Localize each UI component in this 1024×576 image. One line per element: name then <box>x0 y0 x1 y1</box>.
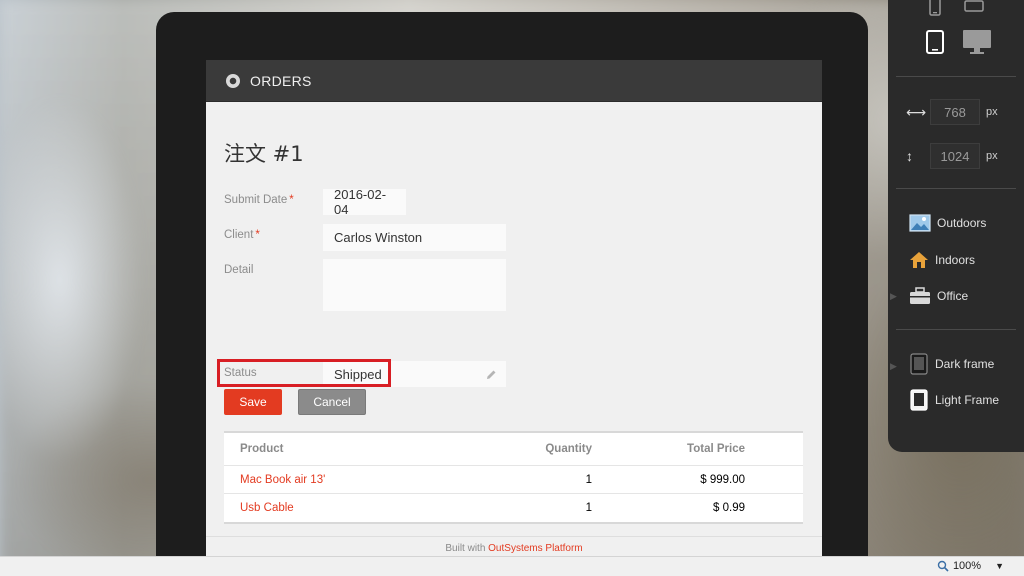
width-input[interactable]: 768 <box>930 99 980 125</box>
height-input[interactable]: 1024 <box>930 143 980 169</box>
browser-status-bar: 100% ▼ <box>0 556 1024 576</box>
table-row: Mac Book air 13' 1 $ 999.00 <box>224 466 803 494</box>
table-row: Usb Cable 1 $ 0.99 <box>224 494 803 522</box>
horizontal-arrows-icon: ⟷ <box>906 103 927 120</box>
dark-frame-option[interactable]: Dark frame <box>909 353 994 375</box>
vertical-arrows-icon: ↕ <box>906 148 913 164</box>
status-highlight-box <box>217 359 391 387</box>
submit-date-label: Submit Date * <box>224 194 294 206</box>
quantity-cell: 1 <box>585 502 592 514</box>
briefcase-icon <box>910 287 930 304</box>
submit-date-field[interactable]: 2016-02-04 <box>323 187 406 217</box>
save-button[interactable]: Save <box>224 389 282 415</box>
zoom-magnifier-icon <box>937 560 949 572</box>
desktop-monitor-icon[interactable] <box>962 29 992 55</box>
product-link[interactable]: Usb Cable <box>224 502 484 514</box>
light-tablet-icon <box>910 389 928 411</box>
phone-landscape-icon[interactable] <box>964 0 984 12</box>
zoom-dropdown-icon[interactable]: ▼ <box>995 561 1004 571</box>
selected-caret-icon: ▶ <box>890 361 897 371</box>
quantity-cell: 1 <box>585 473 592 486</box>
footer: Built with OutSystems Platform <box>206 536 822 556</box>
client-field[interactable]: Carlos Winston <box>323 224 506 251</box>
panel-divider <box>896 329 1016 330</box>
dark-frame-label: Dark frame <box>935 357 995 371</box>
height-row: ↕ 1024 px <box>906 143 998 169</box>
height-unit: px <box>986 150 998 162</box>
preview-panel: ⟷ 768 px ↕ 1024 px Outdoors Indoors ▶ Of… <box>888 0 1024 452</box>
background-indoors[interactable]: Indoors <box>909 251 975 269</box>
client-label: Client * <box>224 229 260 241</box>
zoom-control[interactable]: 100% ▼ <box>937 560 1004 572</box>
footer-text: Built with <box>445 543 486 554</box>
phone-portrait-icon[interactable] <box>929 0 941 16</box>
background-outdoors[interactable]: Outdoors <box>909 214 986 232</box>
landscape-image-icon <box>909 214 931 232</box>
pencil-icon[interactable] <box>485 369 497 381</box>
light-frame-label: Light Frame <box>935 393 1000 407</box>
detail-label: Detail <box>224 264 254 276</box>
header-total-price[interactable]: Total Price <box>592 443 745 455</box>
total-price-cell: $ 999.00 <box>700 473 745 486</box>
page-title: 注文 #1 <box>224 142 304 166</box>
client-value: Carlos Winston <box>334 230 423 245</box>
product-link[interactable]: Mac Book air 13' <box>224 474 484 486</box>
footer-link[interactable]: OutSystems Platform <box>488 543 582 554</box>
light-frame-option[interactable]: Light Frame <box>909 389 999 411</box>
order-lines-table: Product Quantity Total Price Mac Book ai… <box>224 431 803 524</box>
tablet-portrait-icon[interactable] <box>926 30 944 54</box>
zoom-level: 100% <box>952 560 982 572</box>
app-logo-icon <box>226 73 240 88</box>
required-mark: * <box>255 229 260 241</box>
app-header: ORDERS <box>206 60 822 102</box>
panel-divider <box>896 76 1016 77</box>
client-label-text: Client <box>224 229 254 241</box>
width-row: ⟷ 768 px <box>906 99 998 125</box>
selected-caret-icon: ▶ <box>890 291 897 301</box>
background-indoors-label: Indoors <box>935 253 976 267</box>
cancel-button[interactable]: Cancel <box>298 389 366 415</box>
detail-textarea[interactable] <box>323 259 506 311</box>
width-unit: px <box>986 106 998 118</box>
dark-tablet-icon <box>910 353 928 375</box>
panel-divider <box>896 188 1016 189</box>
background-outdoors-label: Outdoors <box>937 216 987 230</box>
submit-date-value: 2016-02-04 <box>334 187 387 217</box>
submit-date-label-text: Submit Date <box>224 194 288 206</box>
total-price-cell: $ 0.99 <box>713 502 745 514</box>
header-product[interactable]: Product <box>224 443 484 455</box>
house-icon <box>910 252 928 268</box>
app-screen: ORDERS 注文 #1 Submit Date * 2016-02-04 Cli… <box>206 60 822 556</box>
background-office[interactable]: Office <box>909 287 968 305</box>
required-mark: * <box>289 194 294 206</box>
header-quantity[interactable]: Quantity <box>484 443 592 455</box>
app-title[interactable]: ORDERS <box>250 73 312 89</box>
background-office-label: Office <box>937 289 969 303</box>
table-header-row: Product Quantity Total Price <box>224 433 803 466</box>
